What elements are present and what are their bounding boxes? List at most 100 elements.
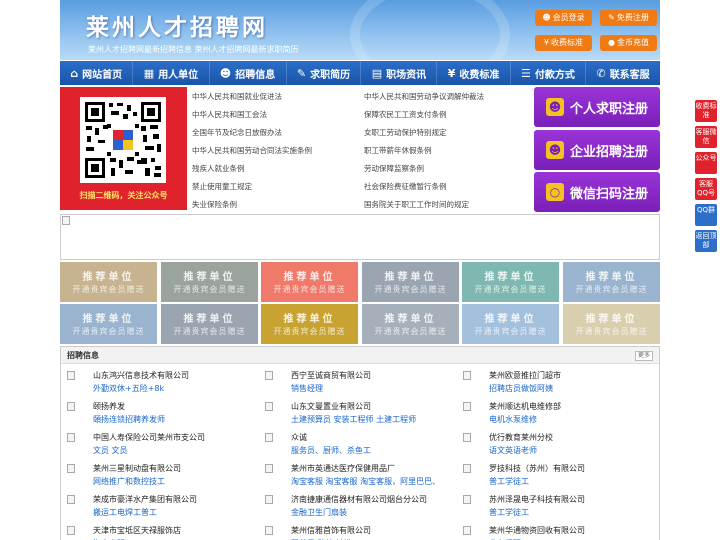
job-positions[interactable]: 普工学徒工 <box>489 476 529 487</box>
law-link[interactable]: 女职工劳动保护特别规定 <box>364 127 447 138</box>
job-listing[interactable]: 荣成市豪洋水产集团有限公司 搬运工电焊工普工 <box>67 494 257 524</box>
job-positions[interactable]: 文员 文员 <box>93 445 128 456</box>
job-listing[interactable]: 莱州三星制动盘有限公司 网络推广和数控技工 <box>67 463 257 493</box>
free-register-button[interactable]: ✎ 免费注册 <box>600 10 657 26</box>
promo-tile[interactable]: 推荐单位 开通贵宾会员赠送 <box>563 304 660 344</box>
company-name[interactable]: 荣成市豪洋水产集团有限公司 <box>93 494 197 505</box>
job-listing[interactable]: 莱州华通物资回收有限公司业务经理 <box>463 525 653 540</box>
nav-resumes[interactable]: ✎ 求职简历 <box>287 61 362 85</box>
coin-recharge-button[interactable]: ● 金币充值 <box>600 35 657 51</box>
law-link[interactable]: 失业保险条例 <box>192 199 237 210</box>
company-name[interactable]: 莱州三星制动盘有限公司 <box>93 463 181 474</box>
job-listing[interactable]: 西宁至诚商贸有限公司 销售经理 <box>265 370 455 400</box>
sidebar-back-to-top[interactable]: 返回顶部 <box>695 230 717 252</box>
law-link[interactable]: 残疾人就业条例 <box>192 163 245 174</box>
company-name[interactable]: 优行教育莱州分校 <box>489 432 553 443</box>
law-link[interactable]: 全国年节及纪念日放假办法 <box>192 127 282 138</box>
job-listing[interactable]: 苏州泽晟电子科技有限公司 普工学徒工 <box>463 494 653 524</box>
job-positions[interactable]: 电机水泵维修 <box>489 414 537 425</box>
job-positions[interactable]: 土建预算员 安装工程师 土建工程师 <box>291 414 416 425</box>
company-name[interactable]: 西宁至诚商贸有限公司 <box>291 370 371 381</box>
company-register-button[interactable]: ☻ 企业招聘注册 <box>534 130 660 170</box>
job-positions[interactable]: 金融卫生门扇装 <box>291 507 347 518</box>
law-link[interactable]: 中华人民共和国劳动争议调解仲裁法 <box>364 91 484 102</box>
nav-fee-standard[interactable]: ¥ 收费标准 <box>437 61 511 85</box>
promo-tile[interactable]: 推荐单位 开通贵宾会员赠送 <box>161 304 258 344</box>
sidebar-official-account[interactable]: 公众号 <box>695 152 717 174</box>
promo-tile[interactable]: 推荐单位 开通贵宾会员赠送 <box>261 304 358 344</box>
law-link[interactable]: 社会保险费征缴暂行条例 <box>364 181 447 192</box>
company-name[interactable]: 颐扬养发 <box>93 401 125 412</box>
job-positions[interactable]: 语文英语老师 <box>489 445 537 456</box>
job-listing[interactable]: 颐扬养发頣扬连锁招聘养发师 <box>67 401 257 431</box>
company-name[interactable]: 山东文曼置业有限公司 <box>291 401 371 412</box>
promo-tile[interactable]: 推荐单位 开通贵宾会员赠送 <box>60 304 157 344</box>
law-link[interactable]: 劳动保障监察条例 <box>364 163 424 174</box>
sidebar-support-wechat[interactable]: 客服微信 <box>695 126 717 148</box>
company-name[interactable]: 莱州欧意推拉门超市 <box>489 370 561 381</box>
nav-payment-methods[interactable]: ☰ 付款方式 <box>511 61 587 85</box>
law-link[interactable]: 禁止使用童工规定 <box>192 181 252 192</box>
company-name[interactable]: 莱州华通物资回收有限公司 <box>489 525 585 536</box>
job-positions[interactable]: 淘宝客服 淘宝客服 淘宝客服，阿里巴巴、 <box>291 476 440 487</box>
job-positions[interactable]: 服务员、厨师、杀鱼工 <box>291 445 371 456</box>
company-name[interactable]: 众诚 <box>291 432 307 443</box>
job-positions[interactable]: 外勤双休+五险+8k <box>93 383 164 394</box>
promo-tile[interactable]: 推荐单位 开通贵宾会员赠送 <box>60 262 157 302</box>
law-link[interactable]: 国务院关于职工工作时间的规定 <box>364 199 469 210</box>
job-positions[interactable]: 销售经理 <box>291 383 323 394</box>
job-listing[interactable]: 莱州信雅首饰有限公司跟单员 助统 铸造工 <box>265 525 455 540</box>
more-button[interactable]: 更多 <box>634 351 653 361</box>
member-login-button[interactable]: ☻ 会员登录 <box>535 10 592 26</box>
company-name[interactable]: 莱州市英通达医疗保健用品厂 <box>291 463 395 474</box>
company-name[interactable]: 山东鸿兴信息技术有限公司 <box>93 370 189 381</box>
fee-standard-button[interactable]: ¥ 收费标准 <box>535 35 592 51</box>
promo-tile[interactable]: 推荐单位 开通贵宾会员赠送 <box>161 262 258 302</box>
sidebar-support-qq[interactable]: 客服QQ号 <box>695 178 717 200</box>
law-link[interactable]: 保障农民工工资支付条例 <box>364 109 447 120</box>
company-name[interactable]: 天津市宝坻区天禄服饰店 <box>93 525 181 536</box>
company-name[interactable]: 罗技科技（苏州）有限公司 <box>489 463 585 474</box>
job-listing[interactable]: 罗技科技（苏州）有限公司 普工学徒工 <box>463 463 653 493</box>
nav-career-news[interactable]: ▤ 职场资讯 <box>361 61 438 85</box>
job-listing[interactable]: 莱州顺达机电维修部 电机水泵维修 <box>463 401 653 431</box>
sidebar-fee-standard[interactable]: 收费标准 <box>695 100 717 122</box>
job-listing[interactable]: 天津市宝坻区天禄服饰店淘宝客服 <box>67 525 257 540</box>
job-listing[interactable]: 莱州欧意推拉门超市 招聘店员做饭阿姨 <box>463 370 653 400</box>
company-name[interactable]: 莱州信雅首饰有限公司 <box>291 525 371 536</box>
job-positions[interactable]: 网络推广和数控技工 <box>93 476 165 487</box>
promo-tile[interactable]: 推荐单位 开通贵宾会员赠送 <box>462 262 559 302</box>
promo-tile[interactable]: 推荐单位 开通贵宾会员赠送 <box>362 262 459 302</box>
job-positions[interactable]: 搬运工电焊工普工 <box>93 507 157 518</box>
site-logo-title[interactable]: 莱州人才招聘网 <box>86 8 268 42</box>
promo-tile[interactable]: 推荐单位 开通贵宾会员赠送 <box>462 304 559 344</box>
job-listing[interactable]: 济南捷康通信器材有限公司烟台分公司 金融卫生门扇装 <box>265 494 455 524</box>
job-listing[interactable]: 众诚服务员、厨师、杀鱼工 <box>265 432 455 462</box>
law-link[interactable]: 中华人民共和国就业促进法 <box>192 91 282 102</box>
sidebar-qq-group[interactable]: QQ群 <box>695 204 717 226</box>
promo-tile[interactable]: 推荐单位 开通贵宾会员赠送 <box>362 304 459 344</box>
law-link[interactable]: 职工带薪年休假条例 <box>364 145 432 156</box>
company-name[interactable]: 苏州泽晟电子科技有限公司 <box>489 494 585 505</box>
nav-contact-support[interactable]: ✆ 联系客服 <box>586 61 660 85</box>
company-name[interactable]: 中国人寿保险公司莱州市支公司 <box>93 432 205 443</box>
law-link[interactable]: 中华人民共和国工会法 <box>192 109 267 120</box>
personal-register-button[interactable]: ☻ 个人求职注册 <box>534 87 660 127</box>
job-listing[interactable]: 莱州市英通达医疗保健用品厂淘宝客服 淘宝客服 淘宝客服，阿里巴巴、 <box>265 463 455 493</box>
job-positions[interactable]: 招聘店员做饭阿姨 <box>489 383 553 394</box>
job-listing[interactable]: 中国人寿保险公司莱州市支公司 文员 文员 <box>67 432 257 462</box>
promo-tile[interactable]: 推荐单位 开通贵宾会员赠送 <box>261 262 358 302</box>
nav-job-postings[interactable]: ☻ 招聘信息 <box>210 61 287 85</box>
job-listing[interactable]: 山东文曼置业有限公司土建预算员 安装工程师 土建工程师 <box>265 401 455 431</box>
law-link[interactable]: 中华人民共和国劳动合同法实施条例 <box>192 145 312 156</box>
company-name[interactable]: 济南捷康通信器材有限公司烟台分公司 <box>291 494 427 505</box>
job-listing[interactable]: 优行教育莱州分校 语文英语老师 <box>463 432 653 462</box>
job-listing[interactable]: 山东鸿兴信息技术有限公司 外勤双休+五险+8k <box>67 370 257 400</box>
banner-ad[interactable] <box>60 214 660 260</box>
job-positions[interactable]: 頣扬连锁招聘养发师 <box>93 414 165 425</box>
nav-home[interactable]: ⌂ 网站首页 <box>60 61 134 85</box>
wechat-register-button[interactable]: ○ 微信扫码注册 <box>534 172 660 212</box>
promo-tile[interactable]: 推荐单位 开通贵宾会员赠送 <box>563 262 660 302</box>
job-positions[interactable]: 普工学徒工 <box>489 507 529 518</box>
nav-employers[interactable]: ▦ 用人单位 <box>133 61 210 85</box>
